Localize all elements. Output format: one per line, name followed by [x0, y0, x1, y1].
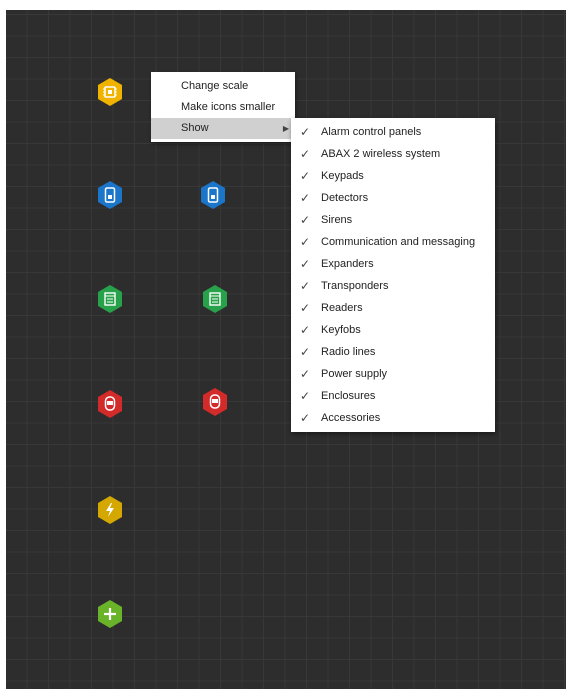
submenu-item-abax-2-wireless-system[interactable]: ✓ ABAX 2 wireless system: [291, 143, 495, 165]
submenu-item-label: Detectors: [321, 192, 369, 204]
add-node[interactable]: [96, 599, 124, 629]
checkmark-icon: ✓: [300, 147, 311, 161]
power-supply-node[interactable]: [96, 495, 124, 525]
menu-item-make-icons-smaller[interactable]: Make icons smaller: [151, 97, 295, 118]
submenu-item-alarm-control-panels[interactable]: ✓ Alarm control panels: [291, 121, 495, 143]
submenu-item-sirens[interactable]: ✓ Sirens: [291, 209, 495, 231]
keypad-node-2[interactable]: [199, 180, 227, 210]
checkmark-icon: ✓: [300, 367, 311, 381]
checkmark-icon: ✓: [300, 411, 311, 425]
expander-node-1[interactable]: [96, 284, 124, 314]
submenu-item-label: Alarm control panels: [321, 126, 422, 138]
submenu-item-label: Radio lines: [321, 346, 376, 358]
keypad-node-1[interactable]: [96, 180, 124, 210]
submenu-item-label: Communication and messaging: [321, 236, 476, 248]
checkmark-icon: ✓: [300, 301, 311, 315]
submenu-item-label: ABAX 2 wireless system: [321, 148, 441, 160]
show-submenu: ✓ Alarm control panels ✓ ABAX 2 wireless…: [291, 118, 495, 432]
submenu-item-enclosures[interactable]: ✓ Enclosures: [291, 385, 495, 407]
checkmark-icon: ✓: [300, 169, 311, 183]
submenu-item-detectors[interactable]: ✓ Detectors: [291, 187, 495, 209]
submenu-item-radio-lines[interactable]: ✓ Radio lines: [291, 341, 495, 363]
submenu-item-label: Power supply: [321, 368, 388, 380]
submenu-item-keypads[interactable]: ✓ Keypads: [291, 165, 495, 187]
submenu-item-label: Sirens: [321, 214, 353, 226]
menu-item-change-scale[interactable]: Change scale: [151, 76, 295, 97]
detector-node-1[interactable]: [96, 389, 124, 419]
checkmark-icon: ✓: [300, 389, 311, 403]
submenu-item-expanders[interactable]: ✓ Expanders: [291, 253, 495, 275]
submenu-item-label: Transponders: [321, 280, 389, 292]
submenu-item-accessories[interactable]: ✓ Accessories: [291, 407, 495, 429]
context-menu: Change scale Make icons smaller Show ▶: [151, 72, 295, 142]
submenu-item-label: Readers: [321, 302, 363, 314]
checkmark-icon: ✓: [300, 213, 311, 227]
checkmark-icon: ✓: [300, 279, 311, 293]
menu-item-label: Show: [181, 122, 209, 134]
submenu-item-label: Enclosures: [321, 390, 376, 402]
submenu-item-transponders[interactable]: ✓ Transponders: [291, 275, 495, 297]
chevron-right-icon: ▶: [282, 124, 289, 133]
submenu-item-readers[interactable]: ✓ Readers: [291, 297, 495, 319]
submenu-item-communication-and-messaging[interactable]: ✓ Communication and messaging: [291, 231, 495, 253]
menu-item-show[interactable]: Show ▶: [151, 118, 295, 139]
submenu-item-label: Keypads: [321, 170, 364, 182]
menu-item-label: Change scale: [181, 80, 249, 92]
submenu-item-label: Expanders: [321, 258, 374, 270]
checkmark-icon: ✓: [300, 235, 311, 249]
detector-node-2[interactable]: [201, 387, 229, 417]
submenu-item-label: Keyfobs: [321, 324, 361, 336]
checkmark-icon: ✓: [300, 345, 311, 359]
expander-node-2[interactable]: [201, 284, 229, 314]
checkmark-icon: ✓: [300, 125, 311, 139]
checkmark-icon: ✓: [300, 257, 311, 271]
submenu-item-keyfobs[interactable]: ✓ Keyfobs: [291, 319, 495, 341]
checkmark-icon: ✓: [300, 191, 311, 205]
alarm-panel-node[interactable]: [96, 77, 124, 107]
submenu-item-power-supply[interactable]: ✓ Power supply: [291, 363, 495, 385]
submenu-item-label: Accessories: [321, 412, 381, 424]
checkmark-icon: ✓: [300, 323, 311, 337]
menu-item-label: Make icons smaller: [181, 101, 276, 113]
